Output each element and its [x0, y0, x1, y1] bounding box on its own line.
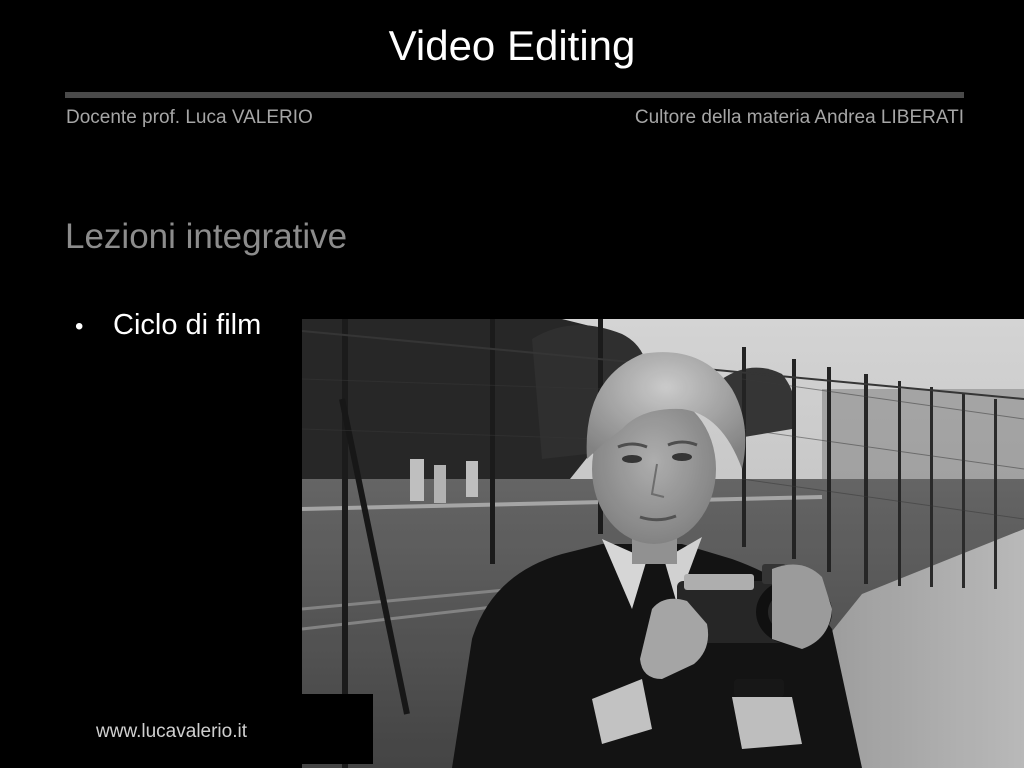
slide: Video Editing Docente prof. Luca VALERIO… — [0, 0, 1024, 768]
bullet-text: Ciclo di film — [113, 309, 262, 341]
section-title: Lezioni integrative — [65, 217, 348, 256]
lecturer-label: Docente prof. Luca VALERIO — [66, 107, 313, 128]
assistant-label: Cultore della materia Andrea LIBERATI — [634, 107, 964, 128]
film-still-photo — [302, 319, 1024, 768]
slide-title: Video Editing — [388, 22, 636, 69]
website-link[interactable]: www.lucavalerio.it — [96, 720, 247, 744]
film-still-image — [302, 319, 1024, 768]
title-divider — [65, 92, 964, 98]
bullet-item: • Ciclo di film — [75, 307, 261, 345]
bullet-marker: • — [75, 313, 84, 340]
